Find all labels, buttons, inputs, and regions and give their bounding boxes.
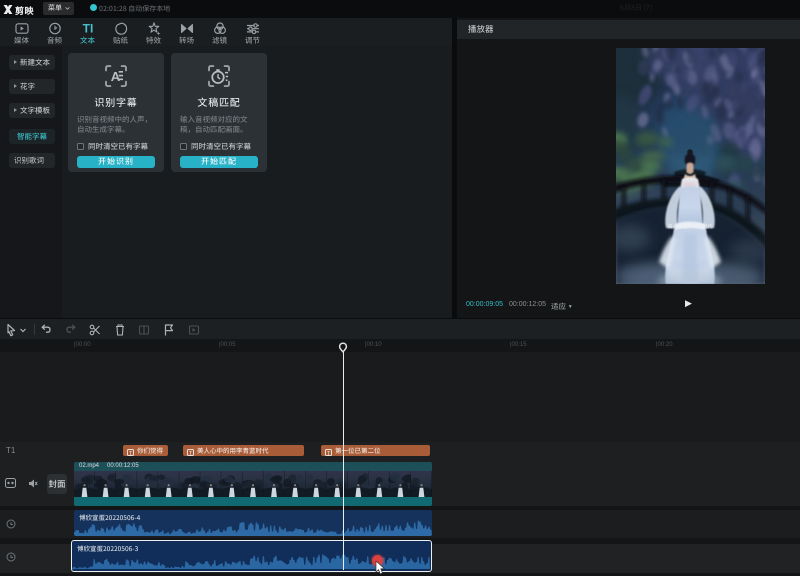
svg-text:第一位是李清蓝时代: 第一位是李清蓝时代 [667,223,712,230]
svg-text:TI: TI [82,22,93,36]
